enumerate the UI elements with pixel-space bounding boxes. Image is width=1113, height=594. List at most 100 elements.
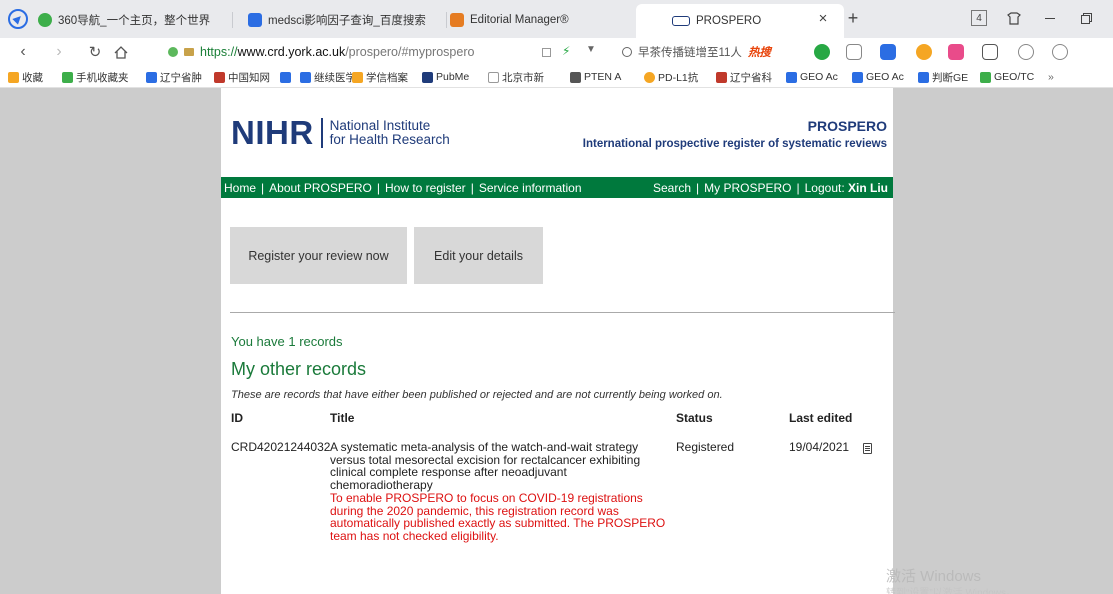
shield-ext-icon[interactable] bbox=[916, 44, 932, 60]
windows-activation-hint: 转到“设置”以激活 Windows。 bbox=[886, 588, 1017, 594]
bookmark-item[interactable]: 收藏 bbox=[8, 70, 43, 84]
game-icon[interactable] bbox=[948, 44, 964, 60]
lock-icon bbox=[184, 48, 194, 56]
restore-icon[interactable] bbox=[1076, 8, 1096, 28]
section-note: These are records that have either been … bbox=[231, 389, 723, 401]
prospero-page: NIHR National Institute for Health Resea… bbox=[221, 88, 895, 594]
bookmark-item[interactable]: 判断GE bbox=[918, 70, 968, 84]
bookmarks-more-button[interactable]: » bbox=[1048, 70, 1054, 84]
record-status: Registered bbox=[676, 440, 735, 454]
bookmark-item[interactable]: 北京市新 bbox=[488, 70, 544, 84]
close-tab-icon[interactable]: × bbox=[813, 8, 833, 28]
bookmark-item[interactable]: GEO Ac bbox=[852, 70, 904, 84]
bookmark-icon bbox=[918, 71, 929, 83]
apps-grid-icon[interactable] bbox=[982, 44, 998, 60]
bookmark-item[interactable]: 中国知网 bbox=[214, 70, 270, 84]
section-divider bbox=[230, 312, 895, 313]
bookmark-icon bbox=[786, 71, 797, 83]
bookmark-item[interactable]: GEO Ac bbox=[786, 70, 838, 84]
tab-label: medsci影响因子查询_百度搜索 bbox=[268, 15, 426, 27]
bookmark-item[interactable]: PubMe bbox=[422, 70, 469, 84]
tab-medsci[interactable]: medsci影响因子查询_百度搜索 bbox=[248, 6, 438, 34]
brightness-icon[interactable] bbox=[1018, 44, 1034, 60]
bookmark-icon bbox=[488, 71, 499, 83]
tab-editorial-manager[interactable]: Editorial Manager® bbox=[450, 6, 628, 34]
translate-icon[interactable] bbox=[880, 44, 896, 60]
nav-compass-icon[interactable] bbox=[8, 9, 28, 29]
bookmark-icon bbox=[146, 71, 157, 83]
main-nav: Home | About PROSPERO | How to register | Serv… bbox=[221, 177, 893, 198]
bookmark-icon bbox=[352, 71, 363, 83]
bookmark-icon bbox=[300, 71, 311, 83]
tab-favicon-icon bbox=[248, 13, 262, 27]
skin-icon[interactable] bbox=[1004, 8, 1024, 28]
bookmark-item[interactable]: 手机收藏夹 bbox=[62, 70, 129, 84]
hot-search-label: 热搜 bbox=[747, 47, 771, 59]
record-last-edited: 19/04/2021 bbox=[789, 440, 850, 454]
bookmark-icon bbox=[280, 71, 291, 83]
section-heading: My other records bbox=[231, 359, 367, 379]
bookmark-item[interactable]: GEO/TC bbox=[980, 70, 1034, 84]
nav-my-prospero[interactable]: My PROSPERO bbox=[704, 181, 791, 195]
site-subtitle: International prospective register of sy… bbox=[582, 138, 887, 150]
refresh-icon[interactable]: ↻ bbox=[84, 41, 106, 63]
browser-toolbar: ‹ › ↻ https://www.crd.york.ac.uk/prosper… bbox=[0, 38, 1113, 66]
undo-icon[interactable] bbox=[1052, 44, 1068, 60]
address-bar[interactable]: https://www.crd.york.ac.uk/prospero/#myp… bbox=[158, 41, 606, 63]
bookmark-icon bbox=[62, 71, 73, 83]
bookmark-item[interactable]: 学信档案 bbox=[352, 70, 408, 84]
bookmark-item[interactable] bbox=[280, 70, 294, 84]
column-header-title: Title bbox=[330, 411, 355, 425]
nav-logout[interactable]: Logout: Xin Liu bbox=[805, 181, 888, 195]
ext-green-icon[interactable] bbox=[814, 44, 830, 60]
nav-home[interactable]: Home bbox=[224, 181, 256, 195]
record-id[interactable]: CRD42021244032 bbox=[231, 441, 330, 454]
record-title-cell: A systematic meta-analysis of the watch-… bbox=[330, 441, 670, 542]
site-title: PROSPERO bbox=[807, 118, 887, 134]
print-record-icon[interactable] bbox=[863, 443, 872, 454]
tab-favicon-icon bbox=[672, 16, 690, 26]
bookmark-item[interactable]: 辽宁省肿 bbox=[146, 70, 202, 84]
nav-how-to-register[interactable]: How to register bbox=[385, 181, 466, 195]
bookmark-item[interactable]: PTEN A bbox=[570, 70, 621, 84]
url-dropdown-icon[interactable]: ▼ bbox=[586, 44, 596, 55]
nav-search[interactable]: Search bbox=[653, 181, 691, 195]
bookmarks-bar: 收藏 手机收藏夹 辽宁省肿 中国知网 继续医学 学信档案 PubMe 北京市新 … bbox=[0, 66, 1113, 88]
tab-favicon-icon bbox=[450, 13, 464, 27]
nihr-logo[interactable]: NIHR National Institute for Health Resea… bbox=[231, 116, 450, 149]
bookmark-icon bbox=[716, 71, 727, 83]
column-header-id: ID bbox=[231, 411, 243, 425]
tab-count-icon[interactable]: 4 bbox=[971, 10, 987, 26]
edit-details-button[interactable]: Edit your details bbox=[414, 227, 543, 284]
new-tab-icon[interactable]: + bbox=[843, 8, 863, 28]
column-header-status: Status bbox=[676, 411, 713, 425]
scissors-icon[interactable] bbox=[846, 44, 862, 60]
tab-360[interactable]: 360导航_一个主页，整个世界 bbox=[38, 6, 216, 34]
register-review-button[interactable]: Register your review now bbox=[230, 227, 407, 284]
qr-icon[interactable] bbox=[542, 48, 551, 57]
bookmark-item[interactable]: 继续医学 bbox=[300, 70, 356, 84]
records-count: You have 1 records bbox=[231, 334, 343, 349]
bookmark-icon bbox=[422, 71, 433, 83]
search-field[interactable]: 早茶传播链增至11人 热搜 bbox=[622, 41, 802, 63]
record-title[interactable]: A systematic meta-analysis of the watch-… bbox=[330, 441, 670, 491]
bookmark-item[interactable]: 辽宁省科 bbox=[716, 70, 772, 84]
secure-icon bbox=[168, 47, 178, 57]
bookmark-item[interactable]: PD-L1抗 bbox=[644, 70, 698, 84]
page-viewport: NIHR National Institute for Health Resea… bbox=[0, 88, 1113, 594]
browser-tab-strip: 360导航_一个主页，整个世界 medsci影响因子查询_百度搜索 Editor… bbox=[0, 0, 1113, 38]
home-icon[interactable] bbox=[110, 41, 132, 63]
windows-activation-watermark: 激活 Windows bbox=[886, 568, 982, 585]
back-icon[interactable]: ‹ bbox=[12, 41, 34, 63]
covid-notice: To enable PROSPERO to focus on COVID-19 … bbox=[330, 491, 666, 543]
nav-about[interactable]: About PROSPERO bbox=[269, 181, 372, 195]
lightning-icon[interactable]: ⚡ bbox=[562, 44, 570, 58]
forward-icon[interactable]: › bbox=[48, 41, 70, 63]
minimize-icon[interactable] bbox=[1040, 8, 1060, 28]
bookmark-icon bbox=[852, 71, 863, 83]
tab-label: Editorial Manager® bbox=[470, 14, 569, 26]
nav-service-information[interactable]: Service information bbox=[479, 181, 582, 195]
column-header-last-edited: Last edited bbox=[789, 411, 853, 425]
bookmark-icon bbox=[980, 71, 991, 83]
bookmark-icon bbox=[644, 71, 655, 83]
